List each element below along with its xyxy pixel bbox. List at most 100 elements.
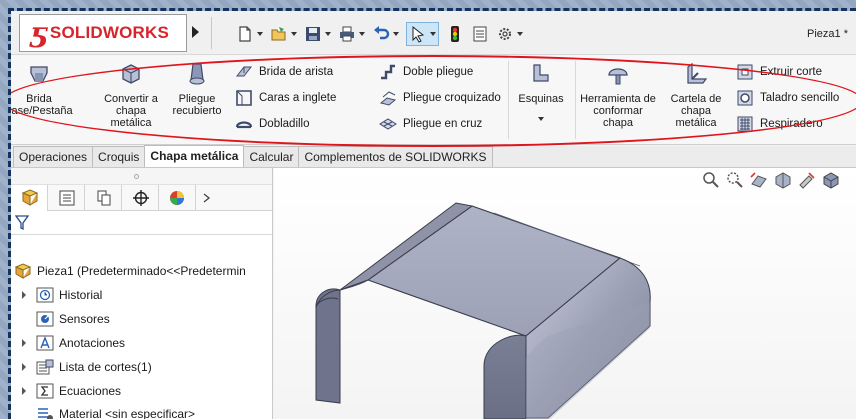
doble-pliegue-button[interactable]: Doble pliegue	[378, 62, 473, 82]
equations-icon	[36, 383, 54, 399]
cartela-button[interactable]: Cartela de chapa metálica	[666, 61, 726, 129]
tree-item-lista-cortes[interactable]: Lista de cortes(1)	[11, 356, 152, 378]
chevron-down-icon[interactable]	[430, 32, 436, 36]
corners-icon	[528, 61, 554, 87]
brida-arista-button[interactable]: Brida de arista	[234, 62, 333, 82]
chevron-down-icon[interactable]	[325, 32, 331, 36]
panel-tabs	[11, 185, 272, 211]
file-properties-icon	[471, 25, 489, 43]
sheet-metal-part-model[interactable]	[274, 168, 856, 419]
grip-dot-icon	[134, 174, 139, 179]
tab-chapa-metalica[interactable]: Chapa metálica	[144, 145, 245, 167]
property-list-icon	[59, 190, 75, 206]
configuration-manager-tab[interactable]	[85, 185, 122, 211]
expand-arrow-icon[interactable]	[22, 339, 26, 347]
extruir-corte-button[interactable]: Extruir corte	[735, 62, 822, 82]
brida-arista-label: Brida de arista	[259, 66, 334, 78]
menu-expand-arrow-icon[interactable]	[192, 26, 199, 38]
chevron-down-icon[interactable]	[291, 32, 297, 36]
pliegue-cruz-button[interactable]: Pliegue en cruz	[378, 114, 482, 134]
new-document-button[interactable]	[236, 22, 263, 46]
material-icon	[36, 406, 54, 419]
tree-item-label: Ecuaciones	[59, 384, 122, 398]
rebuild-button[interactable]	[446, 22, 464, 46]
tree-filter[interactable]	[11, 211, 272, 235]
title-bar: ƽ SOLIDWORKS Pieza1 *	[11, 11, 856, 55]
solidworks-menu-button[interactable]: ƽ SOLIDWORKS	[19, 14, 187, 52]
file-properties-button[interactable]	[471, 22, 489, 46]
tab-croquis[interactable]: Croquis	[92, 146, 146, 167]
tree-item-label: Anotaciones	[59, 336, 126, 350]
undo-icon	[372, 25, 390, 43]
tree-item-material[interactable]: Material <sin especificar>	[11, 403, 195, 419]
tree-root-part[interactable]: Pieza1 (Predeterminado<<Predetermin	[11, 260, 246, 282]
chevron-down-icon[interactable]	[359, 32, 365, 36]
feature-manager-tab[interactable]	[11, 185, 48, 211]
simple-hole-icon	[735, 89, 755, 107]
tab-calcular[interactable]: Calcular	[243, 146, 300, 167]
open-button[interactable]	[270, 22, 297, 46]
command-manager-ribbon: Brida base/Pestaña Convertir a chapa met…	[11, 55, 856, 147]
esquinas-button[interactable]: Esquinas	[513, 61, 569, 121]
options-gear-icon	[496, 25, 514, 43]
taladro-sencillo-label: Taladro sencillo	[760, 92, 840, 104]
select-button[interactable]	[406, 22, 439, 46]
feature-manager-panel: Pieza1 (Predeterminado<<Predetermin Hist…	[11, 168, 273, 419]
chevron-down-icon[interactable]	[257, 32, 263, 36]
pliegue-croquizado-label: Pliegue croquizado	[403, 92, 501, 104]
chevron-down-icon[interactable]	[538, 117, 544, 121]
expand-arrow-icon[interactable]	[22, 387, 26, 395]
feature-tree-icon	[21, 189, 39, 206]
forming-tool-icon	[605, 61, 631, 87]
rebuild-traffic-light-icon	[446, 25, 464, 43]
panel-resize-handle[interactable]	[11, 168, 272, 185]
respiradero-button[interactable]: Respiradero	[735, 114, 823, 134]
brida-base-button[interactable]: Brida base/Pestaña	[11, 61, 81, 117]
tree-item-anotaciones[interactable]: Anotaciones	[11, 332, 125, 354]
tab-operaciones[interactable]: Operaciones	[13, 146, 94, 167]
chevron-right-icon	[203, 193, 211, 203]
save-button[interactable]	[304, 22, 331, 46]
more-tabs-button[interactable]	[196, 185, 216, 211]
pliegue-croquizado-button[interactable]: Pliegue croquizado	[378, 88, 501, 108]
extruir-corte-label: Extruir corte	[760, 66, 822, 78]
brand-name: SOLIDWORKS	[49, 23, 170, 42]
hem-icon	[234, 115, 254, 133]
dobladillo-button[interactable]: Dobladillo	[234, 114, 310, 134]
select-pointer-icon	[409, 25, 427, 43]
cut-list-icon	[36, 359, 54, 375]
tree-item-label: Sensores	[59, 312, 110, 326]
annotations-icon	[36, 335, 54, 351]
options-button[interactable]	[496, 22, 523, 46]
history-icon	[36, 287, 54, 303]
tree-item-sensores[interactable]: Sensores	[11, 308, 110, 330]
document-title: Pieza1 *	[807, 28, 848, 40]
undo-button[interactable]	[372, 22, 399, 46]
sketched-bend-icon	[378, 89, 398, 107]
display-manager-tab[interactable]	[159, 185, 196, 211]
expand-arrow-icon[interactable]	[22, 291, 26, 299]
expand-arrow-icon[interactable]	[22, 363, 26, 371]
lofted-bend-icon	[184, 61, 210, 87]
dimxpert-tab[interactable]	[122, 185, 159, 211]
base-flange-icon	[26, 61, 52, 87]
convertir-label: Convertir a chapa metálica	[104, 93, 158, 129]
tree-item-ecuaciones[interactable]: Ecuaciones	[11, 380, 121, 402]
pliegue-recubierto-button[interactable]: Pliegue recubierto	[169, 61, 225, 117]
solidworks-window: ƽ SOLIDWORKS Pieza1 * Brida base/Pestaña…	[11, 11, 856, 419]
chevron-down-icon[interactable]	[517, 32, 523, 36]
graphics-area[interactable]	[274, 168, 856, 419]
tree-item-historial[interactable]: Historial	[11, 284, 102, 306]
herramienta-label: Herramienta de conformar chapa	[580, 93, 656, 129]
sheet-metal-gusset-icon	[683, 61, 709, 87]
pliegue-cruz-label: Pliegue en cruz	[403, 118, 483, 130]
print-button[interactable]	[338, 22, 365, 46]
ds-logo-icon: ƽ	[30, 16, 46, 49]
herramienta-button[interactable]: Herramienta de conformar chapa	[578, 61, 658, 129]
taladro-sencillo-button[interactable]: Taladro sencillo	[735, 88, 839, 108]
property-manager-tab[interactable]	[48, 185, 85, 211]
convertir-button[interactable]: Convertir a chapa metálica	[103, 61, 159, 129]
chevron-down-icon[interactable]	[393, 32, 399, 36]
tab-complementos[interactable]: Complementos de SOLIDWORKS	[298, 146, 493, 167]
caras-inglete-button[interactable]: Caras a inglete	[234, 88, 336, 108]
